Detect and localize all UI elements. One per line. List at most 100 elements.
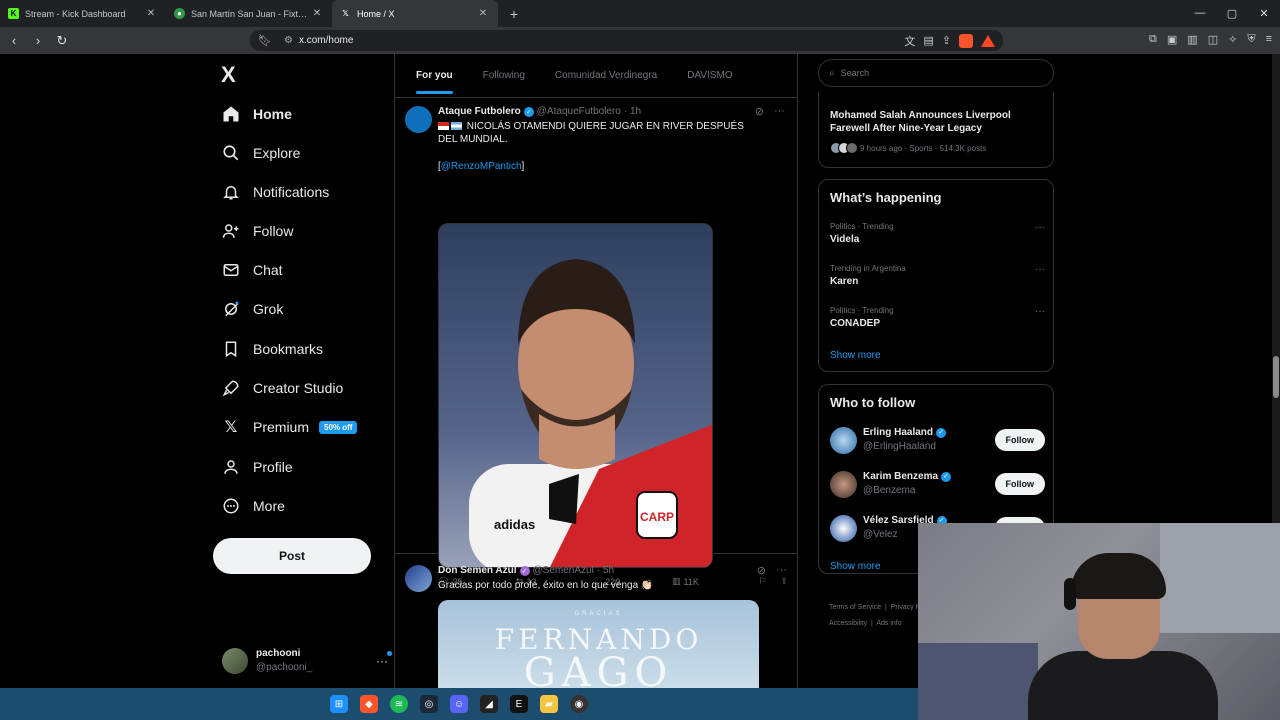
accessibility-link[interactable]: Accessibility	[829, 620, 867, 627]
tweet-photo[interactable]: GRACIAS FERNANDO GAGO	[438, 600, 759, 688]
trend-item[interactable]: Trending in Argentina Karen ···	[830, 264, 1045, 287]
tweet-time[interactable]: · 1h	[624, 106, 641, 117]
mention-link[interactable]: @RenzoMPantich	[441, 161, 522, 172]
back-icon[interactable]: ‹	[4, 33, 24, 48]
more-icon[interactable]: ···	[776, 564, 787, 577]
vpn-icon[interactable]: ⛨	[1247, 33, 1255, 46]
follow-suggestion[interactable]: Erling Haaland ✓ @ErlingHaaland Follow	[830, 423, 1045, 457]
folder-icon[interactable]: ▰	[540, 695, 558, 713]
new-tab-button[interactable]: +	[502, 6, 526, 22]
nav-more[interactable]: More	[222, 493, 285, 519]
tweet-photo[interactable]: CARP adidas	[438, 223, 713, 568]
obs-icon[interactable]: ◢	[480, 695, 498, 713]
tweet-author-handle[interactable]: @AtaqueFutbolero	[537, 106, 621, 117]
nav-chat[interactable]: Chat	[222, 257, 283, 283]
share-icon[interactable]: ⇪	[942, 34, 951, 47]
nav-grok[interactable]: Grok	[222, 296, 283, 322]
grok-icon[interactable]: ⊘	[757, 564, 766, 577]
tweet-time[interactable]: · 5h	[597, 565, 614, 576]
tab-davismo[interactable]: DAVISMO	[687, 54, 732, 98]
brave-rewards-icon[interactable]	[981, 34, 995, 47]
x-logo-icon[interactable]: X	[221, 62, 236, 88]
ads-info-link[interactable]: Ads info	[876, 620, 901, 627]
nav-notifications[interactable]: Notifications	[222, 179, 329, 205]
nav-bookmarks[interactable]: Bookmarks	[222, 336, 323, 362]
trend-item[interactable]: Politics · Trending Videla ···	[830, 222, 1045, 245]
address-bar[interactable]: 🔖︎ ⚙ x.com/home 文 ▤ ⇪	[250, 30, 1003, 51]
search-input[interactable]: ⌕ Search	[818, 59, 1054, 87]
search-icon: ⌕	[829, 67, 835, 79]
maximize-button[interactable]: ▢	[1216, 7, 1248, 20]
sidebar-toggle-icon[interactable]: ▥	[1187, 33, 1197, 46]
bookmark-icon[interactable]: 🔖︎	[258, 34, 272, 47]
close-window-button[interactable]: ✕	[1248, 7, 1280, 20]
tweet-author-handle[interactable]: @SemenAzul	[533, 565, 594, 576]
show-more-link[interactable]: Show more	[830, 350, 881, 361]
scrollbar-thumb[interactable]	[1273, 356, 1279, 398]
trend-name: CONADEP	[830, 318, 881, 329]
svg-text:CARP: CARP	[640, 510, 674, 524]
account-switcher[interactable]: pachooni @pachooni_ ···	[222, 646, 392, 676]
post-button[interactable]: Post	[213, 538, 371, 574]
nav-follow[interactable]: Follow	[222, 218, 293, 244]
show-more-link[interactable]: Show more	[830, 561, 881, 572]
nav-home[interactable]: Home	[222, 101, 292, 127]
translate-icon[interactable]: 文	[904, 33, 915, 49]
verified-icon: ✓	[936, 428, 947, 438]
wallet-icon[interactable]: ▣	[1167, 33, 1177, 46]
reload-icon[interactable]: ↻	[52, 33, 72, 49]
brave-browser-icon[interactable]: ◆	[360, 695, 378, 713]
steam-icon[interactable]: ◎	[420, 695, 438, 713]
obs-studio-icon[interactable]: ◉	[570, 695, 588, 713]
site-info-icon[interactable]: ⚙	[284, 35, 293, 46]
tab-home-x[interactable]: 𝕏 Home / X ✕	[332, 0, 498, 27]
menu-icon[interactable]: ≡	[1266, 33, 1272, 46]
close-icon[interactable]: ✕	[144, 8, 158, 19]
more-icon[interactable]: ···	[1035, 264, 1045, 275]
avatar[interactable]	[405, 106, 432, 133]
avatar[interactable]	[405, 565, 432, 592]
more-icon[interactable]: ···	[774, 105, 785, 118]
follow-button[interactable]: Follow	[994, 473, 1045, 495]
nav-label: Chat	[253, 262, 283, 278]
tweet-author-name[interactable]: Don Semen Azul	[438, 565, 517, 576]
tab-kick[interactable]: K Stream - Kick Dashboard ✕	[0, 0, 166, 27]
tweet[interactable]: Don Semen Azul ✓ @SemenAzul · 5h ⊘ ··· G…	[395, 559, 797, 688]
nav-creator-studio[interactable]: Creator Studio	[222, 375, 343, 401]
discord-icon[interactable]: ☺	[450, 695, 468, 713]
news-card[interactable]: Mohamed Salah Announces Liverpool Farewe…	[818, 92, 1054, 168]
extensions-icon[interactable]: ⧉	[1149, 33, 1157, 46]
grok-icon[interactable]: ⊘	[755, 105, 764, 118]
tab-comunidad-verdinegra[interactable]: Comunidad Verdinegra	[555, 54, 657, 98]
bookmark-icon	[222, 340, 240, 358]
nav-premium[interactable]: 𝕏 Premium 50% off	[222, 414, 358, 440]
epic-games-icon[interactable]: E	[510, 695, 528, 713]
wallet2-icon[interactable]: ◫	[1208, 33, 1218, 46]
leo-icon[interactable]: ✧	[1228, 33, 1237, 46]
more-icon[interactable]: ···	[376, 651, 392, 668]
nav-profile[interactable]: Profile	[222, 454, 293, 480]
nav-label: Profile	[253, 459, 293, 475]
tab-for-you[interactable]: For you	[416, 54, 453, 98]
windows-start-icon[interactable]: ⊞	[330, 695, 348, 713]
follow-button[interactable]: Follow	[994, 429, 1045, 451]
rocket-icon	[222, 379, 240, 397]
tab-following[interactable]: Following	[483, 54, 525, 98]
tab-san-martin[interactable]: ● San Martín San Juan - Fixture, Titulos…	[166, 0, 332, 27]
more-icon[interactable]: ···	[1035, 222, 1045, 233]
premium-badge: 50% off	[319, 420, 358, 434]
follow-suggestion[interactable]: Karim Benzema ✓ @Benzema Follow	[830, 467, 1045, 501]
tweet[interactable]: Ataque Futbolero ✓ @AtaqueFutbolero · 1h…	[395, 98, 797, 587]
spotify-icon[interactable]: ≋	[390, 695, 408, 713]
terms-link[interactable]: Terms of Service	[829, 604, 881, 611]
nav-explore[interactable]: Explore	[222, 140, 300, 166]
forward-icon[interactable]: ›	[28, 33, 48, 48]
close-icon[interactable]: ✕	[476, 8, 490, 19]
minimize-button[interactable]: —	[1184, 7, 1216, 20]
close-icon[interactable]: ✕	[310, 8, 324, 19]
tweet-author-name[interactable]: Ataque Futbolero	[438, 106, 521, 117]
trend-item[interactable]: Politics · Trending CONADEP ···	[830, 306, 1045, 329]
brave-shield-icon[interactable]	[959, 33, 973, 48]
more-icon[interactable]: ···	[1035, 306, 1045, 317]
reader-icon[interactable]: ▤	[923, 34, 933, 47]
